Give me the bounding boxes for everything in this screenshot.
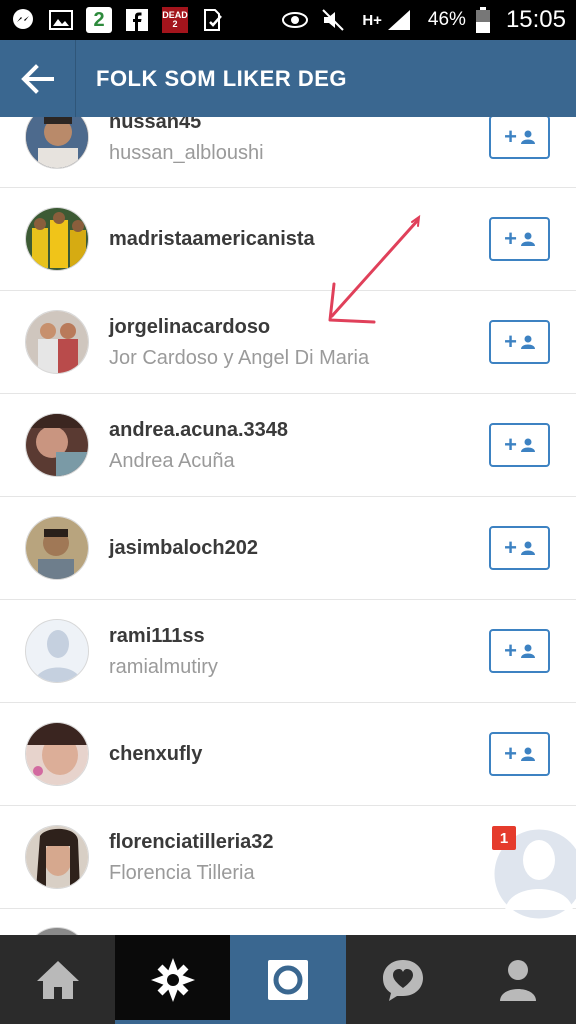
username[interactable]: hussan45 — [109, 117, 201, 134]
follow-button[interactable]: + — [489, 423, 550, 467]
likers-list[interactable]: hussan45 hussan_albloushi + madristaamer… — [0, 117, 576, 935]
add-user-icon — [520, 747, 535, 761]
back-button[interactable] — [0, 40, 76, 117]
list-item[interactable]: jasimbaloch202 + — [0, 497, 576, 600]
battery-icon — [470, 7, 496, 33]
profile-icon — [500, 959, 537, 1001]
full-name: Andrea Acuña — [109, 450, 235, 472]
add-user-icon — [520, 644, 535, 658]
avatar[interactable] — [25, 413, 89, 477]
avatar[interactable] — [25, 619, 89, 683]
avatar[interactable] — [25, 722, 89, 786]
messenger-icon — [10, 7, 36, 33]
username[interactable]: madristaamericanista — [109, 228, 315, 251]
battery-percent: 46% — [427, 9, 466, 30]
username[interactable]: chenxufly — [109, 743, 202, 766]
list-item[interactable]: jorgelinacardoso Jor Cardoso y Angel Di … — [0, 291, 576, 394]
facebook-icon — [124, 7, 150, 33]
gallery-icon — [48, 7, 74, 33]
chat-head-badge: 1 — [492, 826, 516, 850]
list-item[interactable]: madristaamericanista + — [0, 188, 576, 291]
tab-activity[interactable] — [346, 935, 461, 1024]
tab-profile[interactable] — [461, 935, 576, 1024]
full-name: ramialmutiry — [109, 656, 218, 678]
camera-icon — [267, 959, 308, 1000]
app-header: FOLK SOM LIKER DEG — [0, 40, 576, 117]
tab-home[interactable] — [0, 935, 115, 1024]
add-user-icon — [520, 130, 535, 144]
download-done-icon — [200, 7, 226, 33]
username[interactable]: rami111ss — [109, 625, 205, 648]
annotation-arrow — [328, 214, 421, 324]
add-user-icon — [520, 232, 535, 246]
tab-explore[interactable] — [115, 935, 231, 1024]
avatar[interactable] — [25, 825, 89, 889]
follow-button[interactable]: + — [489, 117, 550, 159]
follow-button[interactable]: + — [489, 217, 550, 261]
full-name: hussan_albloushi — [109, 142, 264, 164]
eye-icon — [282, 7, 309, 33]
avatar[interactable] — [25, 117, 89, 169]
follow-button[interactable]: + — [489, 732, 550, 776]
username[interactable]: andrea.acuna.3348 — [109, 419, 288, 442]
back-arrow-icon — [20, 63, 54, 94]
explore-icon — [150, 957, 195, 1002]
tab-camera[interactable] — [230, 935, 346, 1024]
tv2-icon: 2 — [86, 7, 112, 33]
username[interactable]: jorgelinacardoso — [109, 316, 270, 339]
full-name: Jor Cardoso y Angel Di Maria — [109, 347, 370, 369]
follow-button[interactable]: + — [489, 526, 550, 570]
add-user-icon — [520, 438, 535, 452]
avatar[interactable] — [25, 207, 89, 271]
home-icon — [36, 960, 79, 999]
username[interactable]: jasimbaloch202 — [109, 537, 258, 560]
clock: 15:05 — [505, 6, 566, 33]
avatar[interactable] — [25, 516, 89, 580]
status-bar: 2 DEAD 2 H+ 46% 15:05 — [0, 0, 576, 40]
follow-button[interactable]: + — [489, 629, 550, 673]
signal-icon — [386, 7, 412, 33]
list-item[interactable]: chenxufly + — [0, 703, 576, 806]
game-icon: DEAD 2 — [162, 7, 188, 33]
avatar[interactable] — [25, 310, 89, 374]
add-user-icon — [520, 541, 535, 555]
activity-icon — [383, 959, 424, 1001]
page-title: FOLK SOM LIKER DEG — [96, 65, 347, 91]
list-item[interactable]: rami111ss ramialmutiry + — [0, 600, 576, 703]
full-name: Florencia Tilleria — [109, 862, 255, 884]
list-item[interactable]: andrea.acuna.3348 Andrea Acuña + — [0, 394, 576, 497]
network-type: H+ — [362, 11, 382, 29]
bottom-tab-bar — [0, 935, 576, 1024]
add-user-icon — [520, 335, 535, 349]
list-item[interactable]: hussan45 hussan_albloushi + — [0, 117, 576, 188]
follow-button[interactable]: + — [489, 320, 550, 364]
mute-icon — [320, 7, 346, 33]
avatar[interactable] — [25, 927, 89, 935]
username[interactable]: florenciatilleria32 — [109, 831, 274, 854]
